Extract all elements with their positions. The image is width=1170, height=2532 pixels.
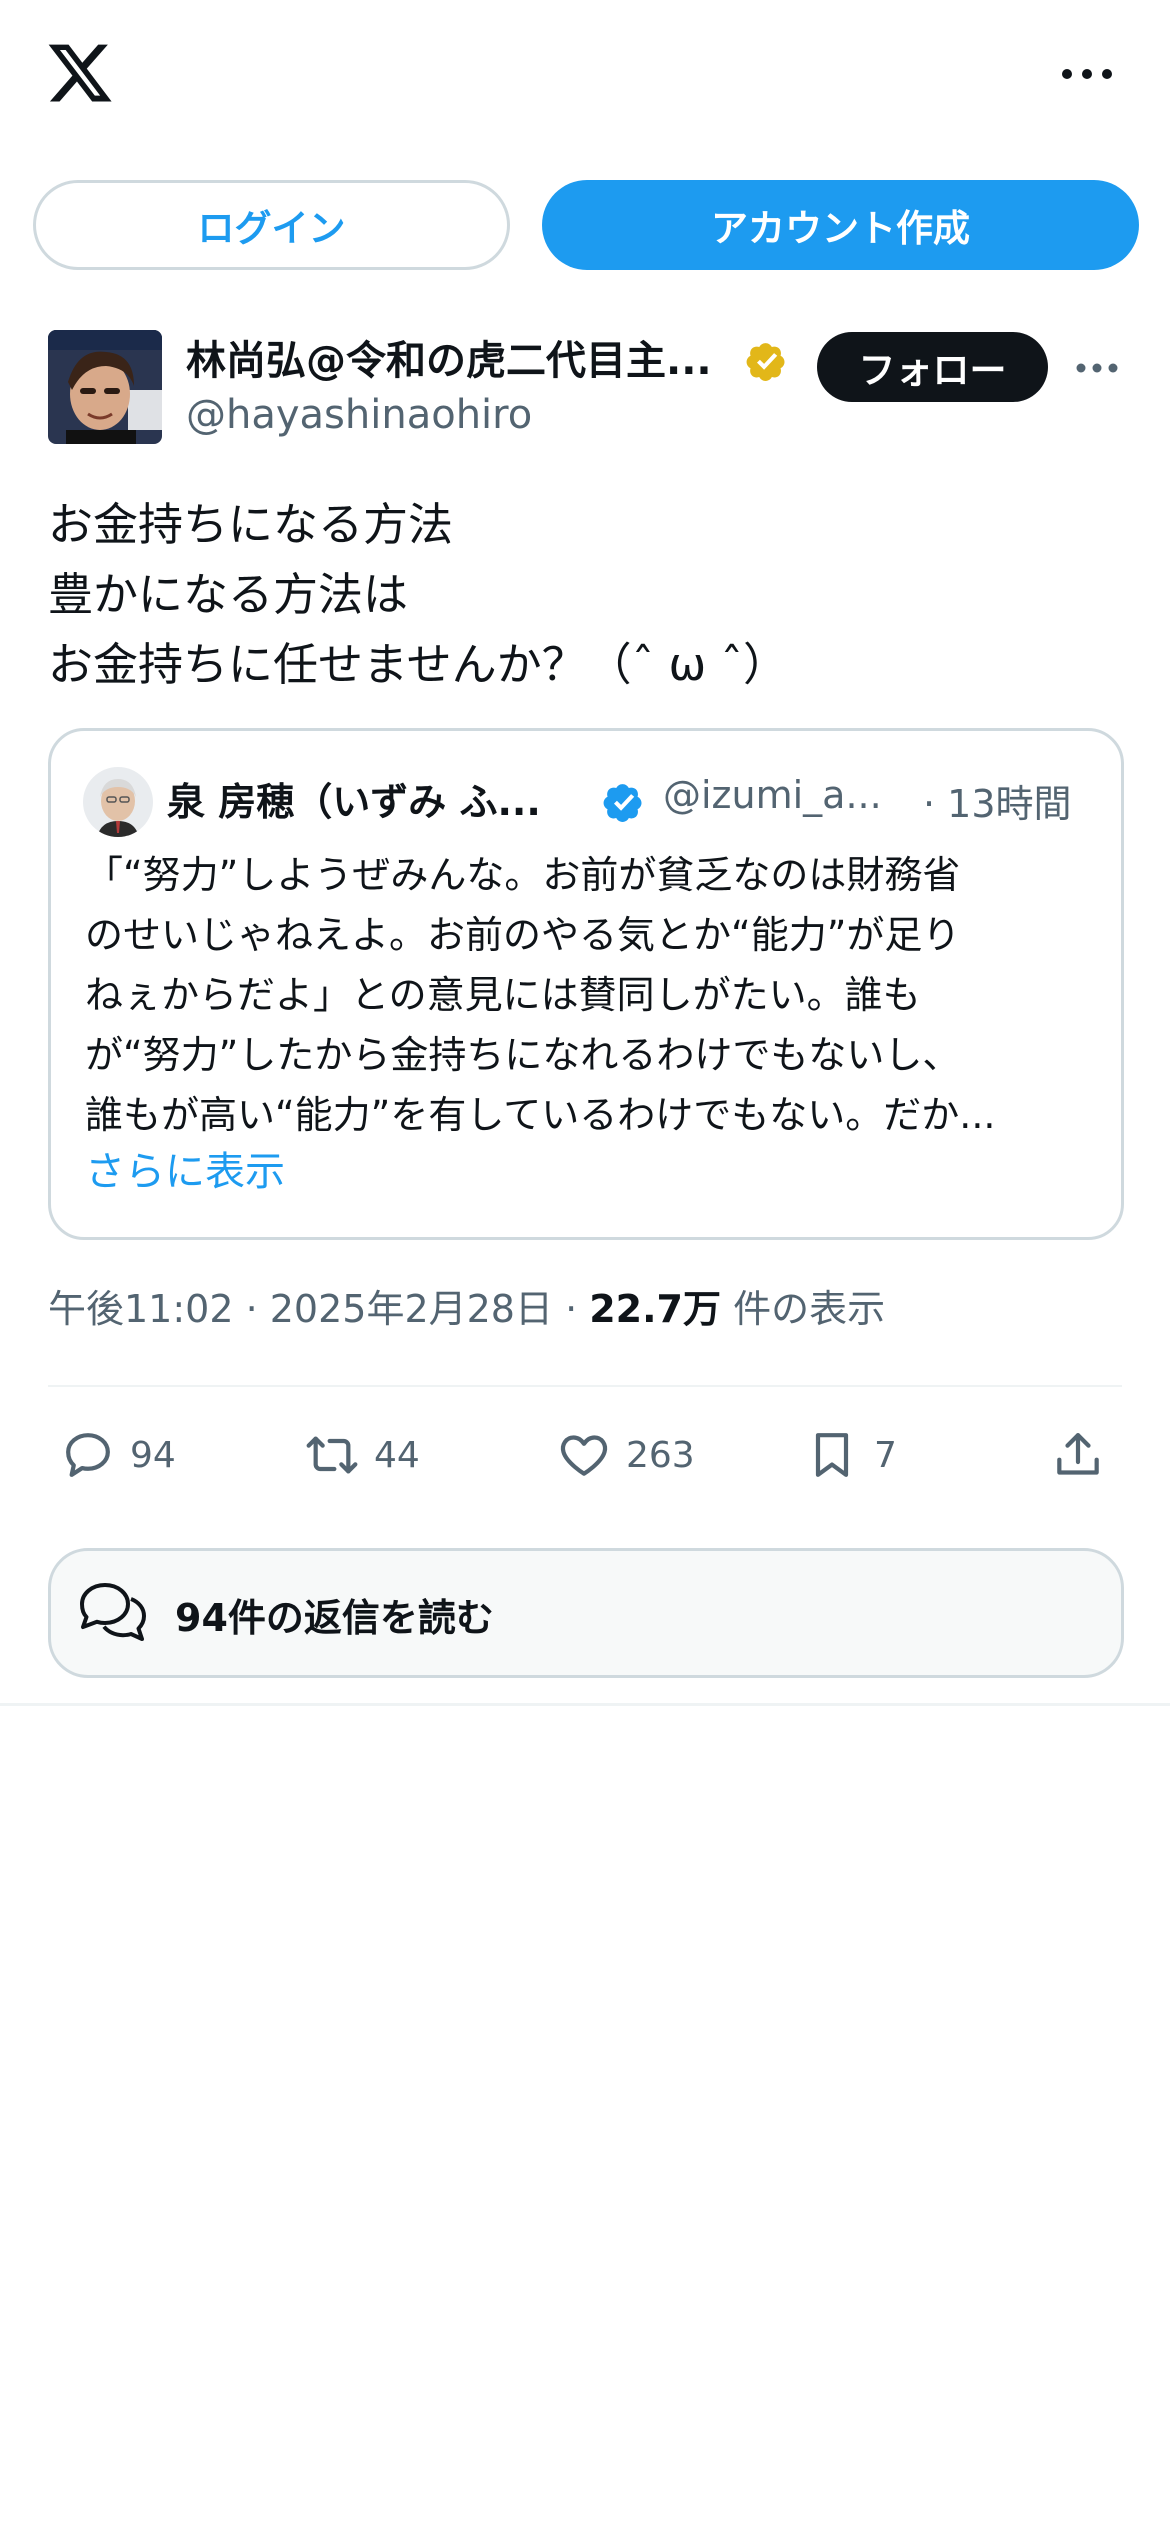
bookmark-icon [815, 1433, 849, 1477]
share-icon [1057, 1433, 1099, 1475]
views-count: 22.7万 [589, 1287, 721, 1331]
quoted-text-line: が“努力”したから金持ちになれるわけでもないし、 [85, 1033, 961, 1077]
show-more-link[interactable]: さらに表示 [85, 1139, 285, 1197]
quoted-avatar-image [83, 767, 153, 837]
quoted-text: 「“努力”しようぜみんな。お前が貧乏なのは財務省 のせいじゃねえよ。お前のやる気… [85, 845, 1105, 1145]
login-button[interactable]: ログイン [33, 180, 510, 270]
more-horizontal-icon[interactable] [1056, 52, 1118, 96]
quoted-text-line: ねぇからだよ」との意見には賛同しがたい。誰も [85, 973, 921, 1017]
quoted-author-avatar [83, 767, 153, 837]
read-replies-button[interactable]: 94件の返信を読む [48, 1548, 1124, 1678]
share-button[interactable] [1050, 1425, 1106, 1485]
quoted-text-line: 「“努力”しようぜみんな。お前が貧乏なのは財務省 [85, 853, 961, 897]
reply-icon [66, 1433, 110, 1477]
retweet-icon [306, 1436, 358, 1474]
heart-icon [560, 1435, 608, 1476]
reply-count: 94 [130, 1434, 176, 1476]
quoted-time: · 13時間 [923, 782, 1072, 826]
quoted-tweet[interactable]: 泉 房穂（いずみ ふ... @izumi_a... · 13時間 「“努力”しよ… [48, 728, 1124, 1240]
read-replies-label: 94件の返信を読む [175, 1596, 494, 1640]
bookmark-count: 7 [874, 1434, 897, 1476]
views-label: 件の表示 [721, 1287, 886, 1331]
author-avatar[interactable] [48, 330, 162, 444]
author-name[interactable]: 林尚弘@令和の虎二代目主... [186, 328, 712, 386]
tweet-text-line: 豊かになる方法は [48, 568, 409, 621]
quoted-author-handle: @izumi_a... [663, 773, 882, 817]
divider [0, 1703, 1170, 1706]
tweet-text: お金持ちになる方法 豊かになる方法は お金持ちに任せませんか？（ˆ ω ˆ） [48, 490, 1128, 700]
avatar-image [48, 330, 162, 444]
like-button[interactable]: 263 [556, 1425, 695, 1485]
quoted-text-line: 誰もが高い“能力”を有しているわけでもない。だか... [85, 1093, 996, 1137]
x-logo-icon[interactable] [44, 38, 116, 108]
like-count: 263 [626, 1434, 695, 1476]
top-bar [0, 0, 1170, 150]
tweet-more-icon[interactable] [1072, 348, 1122, 388]
follow-button[interactable]: フォロー [817, 332, 1048, 402]
retweet-button[interactable]: 44 [304, 1425, 420, 1485]
tweet-text-line: お金持ちになる方法 [48, 498, 454, 551]
tweet-meta: 午後11:02 · 2025年2月28日 · 22.7万 件の表示 [48, 1278, 885, 1333]
tweet-text-line: お金持ちに任せませんか？（ˆ ω ˆ） [48, 638, 788, 691]
retweet-count: 44 [374, 1434, 420, 1476]
gold-verified-icon [746, 343, 785, 381]
quoted-author-name: 泉 房穂（いずみ ふ... [167, 780, 541, 824]
blue-verified-icon [603, 784, 642, 822]
author-handle[interactable]: @hayashinaohiro [186, 392, 532, 438]
quoted-text-line: のせいじゃねえよ。お前のやる気とか“能力”が足り [85, 913, 961, 957]
divider [48, 1385, 1122, 1387]
create-account-button[interactable]: アカウント作成 [542, 180, 1139, 270]
reply-button[interactable]: 94 [60, 1425, 176, 1485]
bookmark-button[interactable]: 7 [804, 1425, 897, 1485]
tweet-timestamp[interactable]: 午後11:02 · 2025年2月28日 · [48, 1287, 589, 1331]
conversation-icon [80, 1583, 146, 1641]
